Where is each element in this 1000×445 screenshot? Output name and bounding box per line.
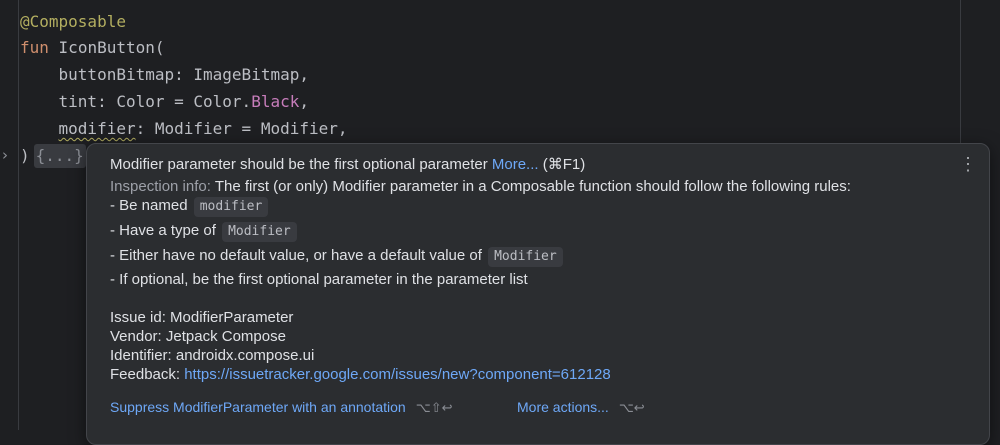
rule-4: - If optional, be the first optional par… [110,270,528,290]
suppress-action-label[interactable]: Suppress ModifierParameter with an annot… [110,399,406,415]
vendor: Vendor: Jetpack Compose [110,328,286,345]
warned-param-name[interactable]: modifier [59,119,136,138]
more-actions-label[interactable]: More actions... [517,399,609,415]
suppress-action[interactable]: Suppress ModifierParameter with an annot… [110,397,452,418]
param-type: : Modifier = Modifier, [135,119,348,138]
more-actions-shortcut: ⌥↩ [618,400,645,415]
rule-2: - Have a type of Modifier [110,221,297,242]
code-line-close: ) {...} [20,144,86,168]
rule-text: - Have a type of [110,222,216,239]
identifier: Identifier: androidx.compose.ui [110,347,315,364]
more-shortcut: (⌘F1) [542,156,586,173]
issue-id: Issue id: ModifierParameter [110,309,294,326]
popup-title: Modifier parameter should be the first o… [110,156,488,173]
rule-3: - Either have no default value, or have … [110,246,563,267]
param-type: : ImageBitmap, [174,65,309,84]
code-line-param-1: buttonBitmap: ImageBitmap, [20,63,309,87]
feedback-line: Feedback: https://issuetracker.google.co… [110,365,611,385]
more-link[interactable]: More... [492,156,539,173]
rule-1: - Be named modifier [110,196,269,217]
inspection-info-text: The first (or only) Modifier parameter i… [214,178,851,195]
folded-body[interactable]: {...} [33,144,86,168]
param-type: : Color = Color. [97,92,252,111]
code-chip: modifier [193,197,269,217]
feedback-link[interactable]: https://issuetracker.google.com/issues/n… [184,366,611,383]
annotation-text: @Composable [20,12,126,31]
popup-title-line: Modifier parameter should be the first o… [110,155,585,175]
indent-guide [18,0,19,430]
code-line-param-2: tint: Color = Color.Black, [20,90,309,114]
close-paren: ) [20,146,30,165]
suppress-shortcut: ⌥⇧↩ [415,400,453,415]
param-default-value: Black [251,92,300,111]
separator: , [299,92,309,111]
rule-text: - Be named [110,197,188,214]
inspection-popup: ⋮ Modifier parameter should be the first… [86,143,990,445]
code-line-function-decl: fun IconButton( [20,36,165,60]
vertical-ellipsis-icon[interactable]: ⋮ [959,155,977,173]
fun-keyword: fun [20,38,49,57]
rule-text: - If optional, be the first optional par… [110,271,528,288]
code-line-param-3: modifier: Modifier = Modifier, [20,117,348,141]
chevron-right-icon[interactable]: › [2,146,8,164]
param-name: tint [58,92,98,111]
rule-text: - Either have no default value, or have … [110,247,482,264]
inspection-info-label: Inspection info: [110,178,211,195]
more-actions[interactable]: More actions... ⌥↩ [517,397,645,418]
param-name: buttonBitmap [58,65,175,84]
code-chip: Modifier [222,222,297,242]
inspection-info-line: Inspection info: The first (or only) Mod… [110,177,851,197]
feedback-label: Feedback: [110,366,181,383]
code-line-annotation: @Composable [20,10,126,34]
function-name: IconButton( [58,38,165,57]
code-chip: Modifier [488,247,563,267]
